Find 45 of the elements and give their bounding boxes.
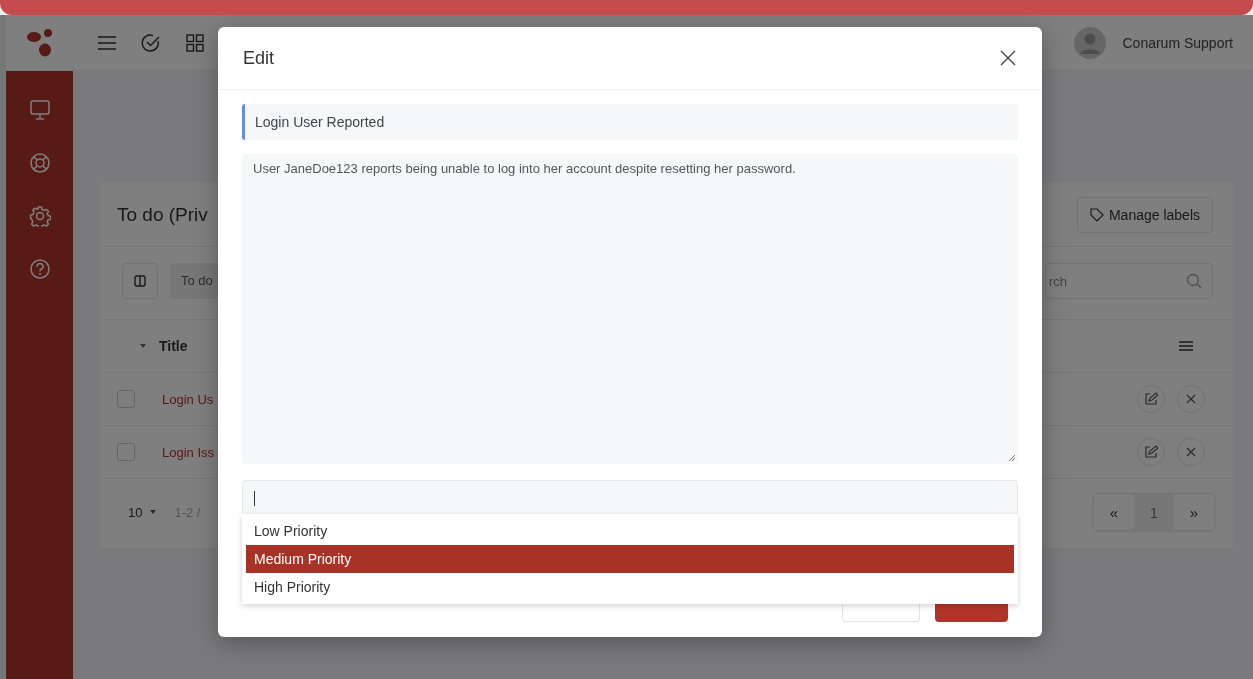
column-header[interactable]: Title <box>159 338 188 354</box>
resize-grip-icon[interactable] <box>1008 454 1015 461</box>
close-icon <box>1186 394 1196 404</box>
dialog-title: Edit <box>243 47 275 69</box>
row-checkbox[interactable] <box>117 443 135 461</box>
close-icon[interactable] <box>1000 50 1016 66</box>
grid-icon[interactable] <box>186 33 204 52</box>
lifebuoy-icon[interactable] <box>28 152 51 174</box>
settings-icon[interactable] <box>28 205 51 227</box>
manage-labels-button[interactable]: Manage labels <box>1076 196 1213 233</box>
columns-icon <box>134 275 146 287</box>
edit-icon <box>1144 445 1158 459</box>
page-button[interactable]: » <box>1174 494 1214 530</box>
subject-field[interactable]: Login User Reported <box>242 104 1018 140</box>
edit-icon <box>1144 392 1158 406</box>
card-title: To do (Priv <box>117 203 208 226</box>
caret-icon <box>150 510 157 514</box>
page-size-select[interactable]: 10 <box>128 504 157 520</box>
menu-icon[interactable] <box>1179 341 1193 351</box>
help-icon[interactable] <box>28 258 51 280</box>
check-circle-icon[interactable] <box>141 32 161 53</box>
tag-icon <box>1089 207 1104 222</box>
delete-button[interactable] <box>1177 385 1205 413</box>
row-title[interactable]: Login Iss <box>162 444 215 460</box>
priority-option[interactable]: High Priority <box>246 573 1014 601</box>
monitor-icon[interactable] <box>28 99 51 121</box>
edit-button[interactable] <box>1137 438 1165 466</box>
priority-option[interactable]: Medium Priority <box>246 545 1014 573</box>
close-icon <box>1186 447 1196 457</box>
columns-button[interactable] <box>122 263 158 299</box>
page-button[interactable]: « <box>1094 494 1134 530</box>
description-field[interactable]: User JaneDoe123 reports being unable to log into her account despite resetting her password. <box>242 154 1018 464</box>
priority-option[interactable]: Low Priority <box>246 517 1014 545</box>
delete-button[interactable] <box>1177 438 1205 466</box>
edit-button[interactable] <box>1137 385 1165 413</box>
search-field[interactable]: rch <box>1045 263 1213 299</box>
menu-icon[interactable] <box>98 35 116 50</box>
search-icon <box>1186 273 1202 289</box>
logo-icon <box>26 28 53 57</box>
page-button[interactable]: 1 <box>1134 494 1174 530</box>
sort-caret-icon[interactable] <box>140 344 146 348</box>
avatar-icon[interactable] <box>1074 26 1107 59</box>
row-checkbox[interactable] <box>117 390 135 408</box>
user-name[interactable]: Conarum Support <box>1122 34 1233 51</box>
row-title[interactable]: Login Us <box>162 391 214 407</box>
